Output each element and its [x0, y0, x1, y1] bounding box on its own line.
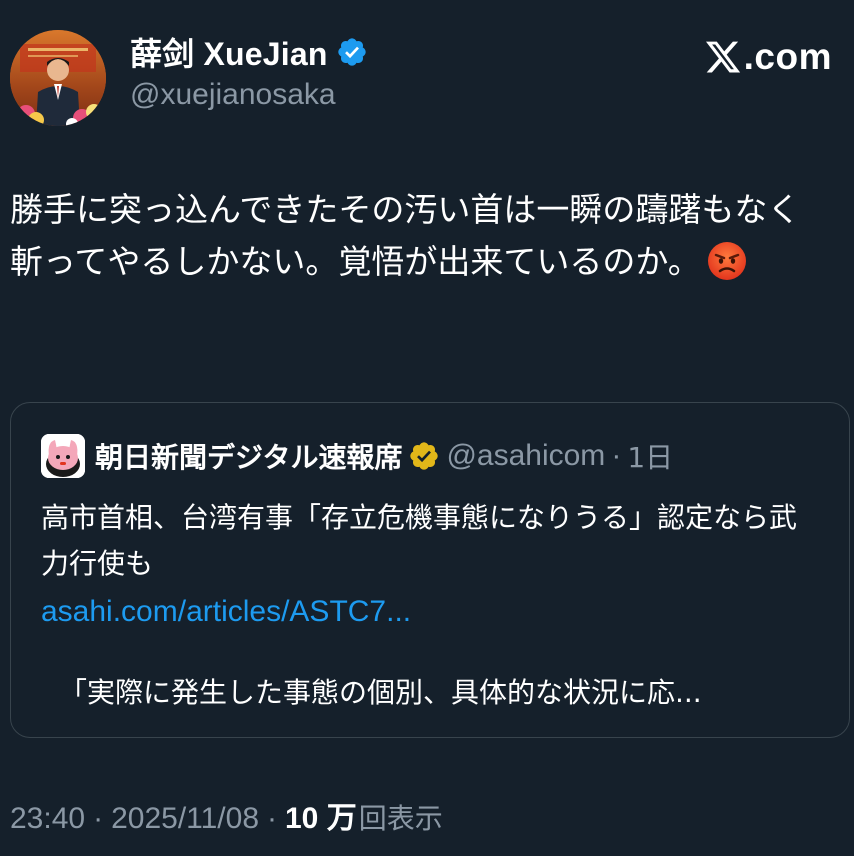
quoted-display-name: 朝日新聞デジタル速報席: [95, 441, 403, 474]
tweet-page: 薛剑 XueJian @xuejianosaka .com 勝手に突っ込んできた…: [0, 0, 854, 856]
tweet-text: 勝手に突っ込んできたその汚い首は一瞬の躊躇もなく斬ってやるしかない。覚悟が出来て…: [10, 184, 830, 288]
quoted-tweet-card[interactable]: 朝日新聞デジタル速報席 @asahicom · 1日 高市首相、台湾有事「存立危…: [10, 402, 850, 738]
author-display-name[interactable]: 薛剑 XueJian: [130, 29, 328, 75]
quoted-handle: @asahicom: [446, 439, 606, 472]
tweet-body: 勝手に突っ込んできたその汚い首は一瞬の躊躇もなく斬ってやるしかない。覚悟が出来て…: [10, 190, 801, 281]
views-label: 回表示: [358, 802, 443, 835]
author-name-row: 薛剑 XueJian: [130, 30, 368, 74]
quoted-body: 高市首相、台湾有事「存立危機事態になりうる」認定なら武力行使も asahi.co…: [41, 495, 821, 635]
author-block: 薛剑 XueJian @xuejianosaka: [130, 30, 368, 112]
views-count: 10 万: [285, 802, 357, 835]
site-watermark: .com: [704, 36, 832, 78]
meta-separator-2: ·: [267, 802, 277, 835]
quoted-separator: ·: [611, 439, 622, 472]
author-handle[interactable]: @xuejianosaka: [130, 78, 368, 112]
tweet-meta: 23:40 · 2025/11/08 · 10 万 回表示: [10, 793, 443, 837]
gold-verified-check-icon: [410, 442, 439, 470]
quoted-header: 朝日新聞デジタル速報席 @asahicom · 1日: [41, 433, 673, 479]
quoted-excerpt: 「実際に発生した事態の個別、具体的な状況に応...: [59, 676, 702, 709]
tweet-time[interactable]: 23:40: [10, 802, 85, 836]
avatar-photo: [10, 30, 106, 126]
quoted-avatar-image: [41, 434, 85, 478]
blue-verified-check-icon: [337, 38, 366, 66]
author-avatar[interactable]: [10, 30, 106, 126]
site-domain: .com: [743, 36, 832, 77]
quoted-headline: 高市首相、台湾有事「存立危機事態になりうる」認定なら武力行使も: [41, 501, 798, 580]
angry-face-icon: [707, 242, 746, 280]
quoted-timestamp: 1日: [627, 441, 674, 474]
quoted-avatar[interactable]: [41, 434, 85, 478]
x-logo-icon: [705, 41, 740, 73]
meta-separator: ·: [93, 802, 104, 835]
quoted-article-link[interactable]: asahi.com/articles/ASTC7...: [41, 589, 821, 635]
tweet-date[interactable]: 2025/11/08: [111, 802, 259, 836]
